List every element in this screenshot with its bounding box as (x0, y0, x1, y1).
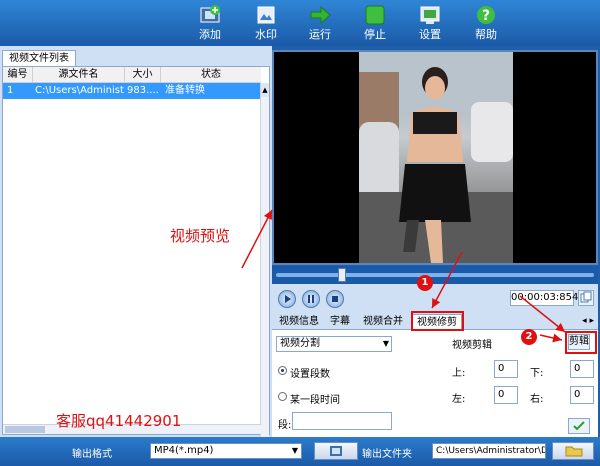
arrow-to-preview (241, 209, 273, 269)
arrow-to-crop-button (539, 333, 563, 343)
arrow-to-trim-tab (431, 251, 463, 309)
arrow-to-crop-button-upper (519, 295, 566, 333)
annotation-arrows (241, 209, 566, 343)
